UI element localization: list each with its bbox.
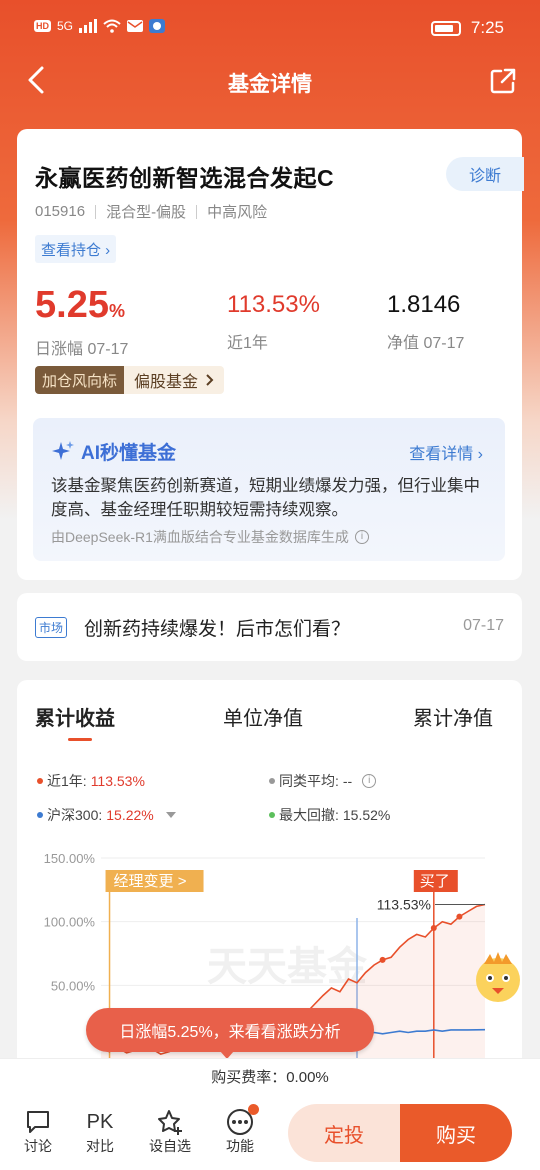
tag-equity-fund: 偏股基金 — [124, 366, 225, 394]
end-value-label: 113.53% — [377, 896, 431, 912]
hd-icon: HD — [34, 20, 51, 32]
trade-point — [430, 925, 437, 932]
ai-summary-box: AI秒懂基金 查看详情 › 该基金聚焦医药创新赛道，短期业绩爆发力强，但行业集中… — [33, 418, 505, 561]
daily-change-value: 5.25 — [35, 284, 109, 326]
fund-name: 永赢医药创新智选混合发起C — [35, 165, 335, 191]
y-tick-label: 100.00% — [44, 915, 96, 930]
legend-dot — [37, 778, 43, 784]
one-year-label: 近1年 — [227, 335, 268, 352]
tab-underline — [68, 738, 92, 741]
legend-max-drawdown: 最大回撤: 15.52% — [269, 805, 390, 825]
battery-icon — [430, 20, 461, 36]
mascot-icon[interactable] — [470, 950, 526, 1006]
notification-dot — [248, 1104, 259, 1115]
legend-fund: 近1年: 113.53% — [37, 771, 145, 791]
news-date: 07-17 — [463, 617, 504, 634]
app-notification-icon — [149, 19, 166, 33]
mail-icon — [127, 20, 144, 32]
legend-category-average: 同类平均: -- i — [269, 771, 377, 791]
signal-icon: 5G — [57, 19, 74, 33]
daily-change-label: 日涨幅 07-17 — [35, 341, 129, 358]
nav-bar: 基金详情 — [0, 56, 540, 106]
manager-change-label: 经理变更 > — [114, 873, 187, 890]
page-title: 基金详情 — [228, 73, 312, 96]
wifi-icon — [103, 19, 121, 33]
share-icon[interactable] — [490, 68, 516, 94]
trade-point — [456, 913, 463, 920]
buy-button[interactable]: 购买 — [400, 1104, 512, 1162]
daily-change-analysis-bubble[interactable]: 日涨幅5.25%，来看看涨跌分析 — [86, 1008, 374, 1059]
daily-change-unit: % — [108, 301, 125, 321]
sparkle-icon — [52, 440, 74, 460]
one-year-value: 113.53% — [227, 291, 320, 318]
star-plus-icon — [158, 1110, 182, 1135]
tab-cumulative-nav[interactable]: 累计净值 — [413, 702, 493, 731]
tag-add-position: 加仓风向标 — [35, 366, 125, 394]
legend-dot — [269, 812, 275, 818]
ai-view-details-link[interactable]: 查看详情 › — [409, 440, 483, 464]
one-year-stat: 113.53% 近1年 — [227, 283, 320, 353]
caret-down-icon — [165, 812, 176, 818]
nav-stat: 1.8146 净值 07-17 — [387, 283, 464, 353]
fund-type: 混合型-偏股 — [106, 204, 187, 221]
y-tick-label: 150.00% — [44, 851, 96, 866]
news-title: 创新药持续爆发！后市怎们看？ — [84, 619, 351, 640]
tab-unit-nav[interactable]: 单位净值 — [223, 702, 303, 731]
legend-index[interactable]: 沪深300: 15.22% — [37, 805, 176, 825]
discuss-button[interactable]: 讨论 — [13, 1108, 63, 1156]
legend-dot — [37, 812, 43, 818]
divider — [95, 204, 97, 219]
ai-summary-text: 该基金聚焦医药创新赛道，短期业绩爆发力强，但行业集中度高、基金经理任职期较短需持… — [51, 477, 480, 519]
bought-label: 买了 — [420, 873, 450, 890]
news-tag: 市场 — [35, 617, 68, 638]
diagnose-button[interactable]: 诊断 — [446, 157, 524, 191]
daily-change-stat: 5.25% 日涨幅 07-17 — [35, 283, 128, 359]
bottom-action-bar: 讨论 PK 对比 设自选 功能 定投 购买 — [0, 1096, 540, 1170]
fund-summary-card: 永赢医药创新智选混合发起C 诊断 015916 混合型-偏股 中高风险 查看持仓… — [17, 129, 524, 580]
pk-icon: PK — [86, 1110, 114, 1133]
trade-point — [379, 956, 386, 963]
comment-icon — [27, 1111, 49, 1133]
fund-tag-row[interactable]: 加仓风向标 偏股基金 — [35, 366, 225, 394]
add-watchlist-button[interactable]: 设自选 — [145, 1108, 195, 1156]
compare-button[interactable]: PK 对比 — [75, 1108, 125, 1156]
fund-code: 015916 — [35, 203, 86, 220]
legend-dot — [269, 778, 275, 784]
status-bar: HD 5G 7:25 — [0, 0, 540, 56]
nav-value: 1.8146 — [387, 291, 461, 318]
ai-footer: 由DeepSeek-R1满血版结合专业基金数据库生成 i — [51, 527, 369, 547]
tab-cumulative-return[interactable]: 累计收益 — [35, 702, 115, 731]
nav-label: 净值 07-17 — [387, 335, 465, 352]
auto-invest-button[interactable]: 定投 — [288, 1104, 400, 1162]
functions-button[interactable]: 功能 — [215, 1104, 265, 1156]
fund-meta: 015916 混合型-偏股 中高风险 — [35, 201, 267, 222]
purchase-fee: 购买费率：0.00% — [0, 1058, 540, 1096]
view-holdings-button[interactable]: 查看持仓 › — [35, 235, 117, 263]
watermark: 天天基金 — [207, 944, 368, 989]
y-tick-label: 50.00% — [51, 978, 96, 993]
fund-risk: 中高风险 — [207, 204, 268, 221]
info-icon[interactable]: i — [354, 530, 369, 544]
signal-bars-icon — [79, 19, 98, 33]
divider — [196, 204, 198, 219]
ai-title: AI秒懂基金 — [51, 438, 176, 465]
news-item[interactable]: 市场 创新药持续爆发！后市怎们看？ 07-17 — [17, 593, 522, 661]
info-icon[interactable]: i — [362, 774, 377, 788]
chevron-right-icon — [206, 374, 214, 386]
clock: 7:25 — [470, 18, 504, 37]
